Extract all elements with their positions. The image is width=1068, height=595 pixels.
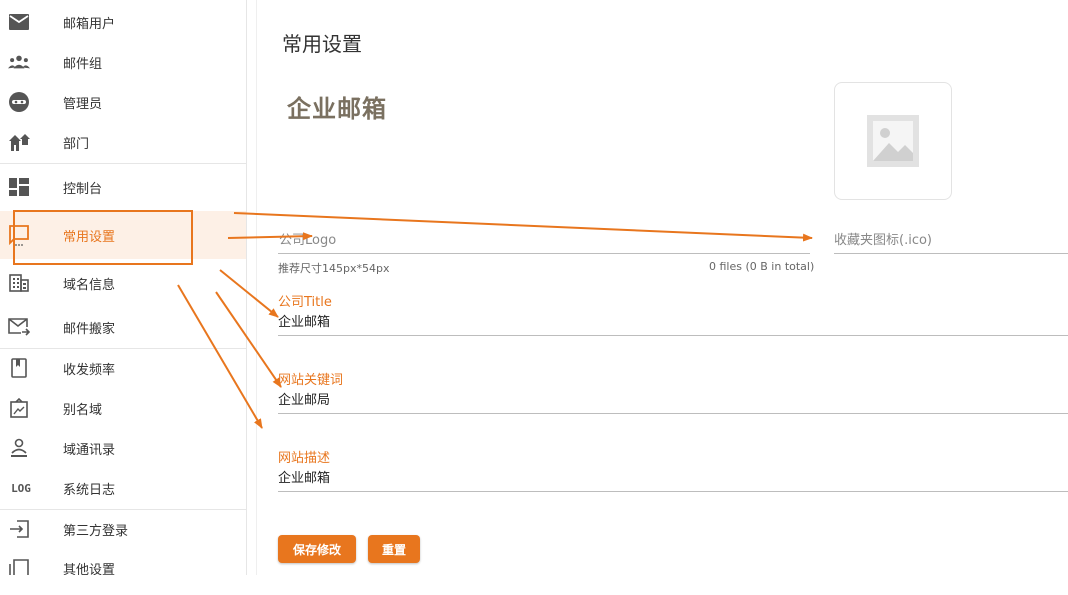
panel-divider [256, 0, 257, 575]
sidebar-item-departments[interactable]: 部门 [0, 122, 246, 162]
sidebar-item-mail-move[interactable]: 邮件搬家 [0, 307, 246, 347]
image-placeholder-icon [867, 115, 919, 167]
alias-icon [8, 397, 30, 419]
sidebar: 邮箱用户 邮件组 管理员 部门 控制台 常用设置 域名信息 邮件搬家 收发频率 … [0, 0, 247, 575]
log-icon: LOG [11, 481, 31, 495]
contacts-icon [8, 437, 30, 459]
sidebar-item-mail-groups[interactable]: 邮件组 [0, 42, 246, 82]
company-title-underline [278, 335, 1068, 336]
sidebar-item-other-settings[interactable]: 其他设置 [0, 548, 246, 575]
favicon-underline [834, 253, 1068, 254]
sidebar-item-domain-contacts[interactable]: 域通讯录 [0, 428, 246, 468]
sidebar-item-label: 域通讯录 [63, 442, 116, 458]
sidebar-item-label: 邮件组 [63, 56, 103, 72]
company-title-label: 公司Title [278, 295, 332, 310]
sidebar-item-label: 收发频率 [63, 362, 116, 378]
description-underline [278, 491, 1068, 492]
other-settings-icon [8, 557, 30, 575]
company-logo-underline [278, 253, 810, 254]
building-icon [8, 272, 30, 294]
sidebar-item-alias-domain[interactable]: 别名域 [0, 388, 246, 428]
sidebar-item-label: 别名域 [63, 402, 103, 418]
sidebar-item-label: 其他设置 [63, 562, 116, 576]
group-icon [8, 51, 30, 73]
mail-move-icon [8, 316, 30, 338]
dashboard-icon [8, 176, 30, 198]
login-icon [8, 518, 30, 540]
sidebar-item-system-log[interactable]: LOG 系统日志 [0, 468, 246, 508]
mail-icon [8, 11, 30, 33]
company-logo-label[interactable]: 公司Logo [279, 229, 336, 248]
sidebar-item-label: 常用设置 [63, 229, 116, 245]
keywords-input[interactable]: 企业邮局 [278, 389, 330, 408]
sidebar-item-label: 部门 [63, 136, 90, 152]
logo-size-hint: 推荐尺寸145px*54px [278, 262, 390, 275]
sidebar-item-dashboard[interactable]: 控制台 [0, 167, 246, 207]
department-icon [8, 131, 30, 153]
admin-icon [8, 91, 30, 113]
sidebar-item-send-frequency[interactable]: 收发频率 [0, 348, 246, 388]
keywords-underline [278, 413, 1068, 414]
sidebar-item-label: 控制台 [63, 181, 103, 197]
bookmark-icon [8, 357, 30, 379]
sidebar-item-admins[interactable]: 管理员 [0, 82, 246, 122]
favicon-upload-box[interactable] [834, 82, 952, 200]
settings-comment-icon [8, 224, 30, 246]
files-status: 0 files (0 B in total) [709, 260, 815, 273]
page-title: 常用设置 [282, 32, 362, 56]
sidebar-item-mail-users[interactable]: 邮箱用户 [0, 2, 246, 42]
sidebar-item-label: 邮件搬家 [63, 321, 116, 337]
sidebar-divider [0, 163, 246, 164]
save-button[interactable]: 保存修改 [278, 535, 356, 563]
logo-preview: 企业邮箱 [287, 95, 387, 123]
sidebar-item-label: 管理员 [63, 96, 103, 112]
favicon-label[interactable]: 收藏夹图标(.ico) [834, 229, 932, 248]
description-label: 网站描述 [278, 451, 331, 466]
reset-button[interactable]: 重置 [368, 535, 420, 563]
sidebar-item-label: 邮箱用户 [63, 16, 116, 32]
company-title-input[interactable]: 企业邮箱 [278, 311, 330, 330]
sidebar-item-label: 系统日志 [63, 482, 116, 498]
sidebar-item-label: 第三方登录 [63, 523, 129, 539]
sidebar-item-third-party-login[interactable]: 第三方登录 [0, 509, 246, 549]
sidebar-item-common-settings[interactable]: 常用设置 [0, 211, 246, 259]
description-input[interactable]: 企业邮箱 [278, 467, 330, 486]
sidebar-item-label: 域名信息 [63, 277, 116, 293]
sidebar-item-domain-info[interactable]: 域名信息 [0, 263, 246, 303]
keywords-label: 网站关键词 [278, 373, 344, 388]
